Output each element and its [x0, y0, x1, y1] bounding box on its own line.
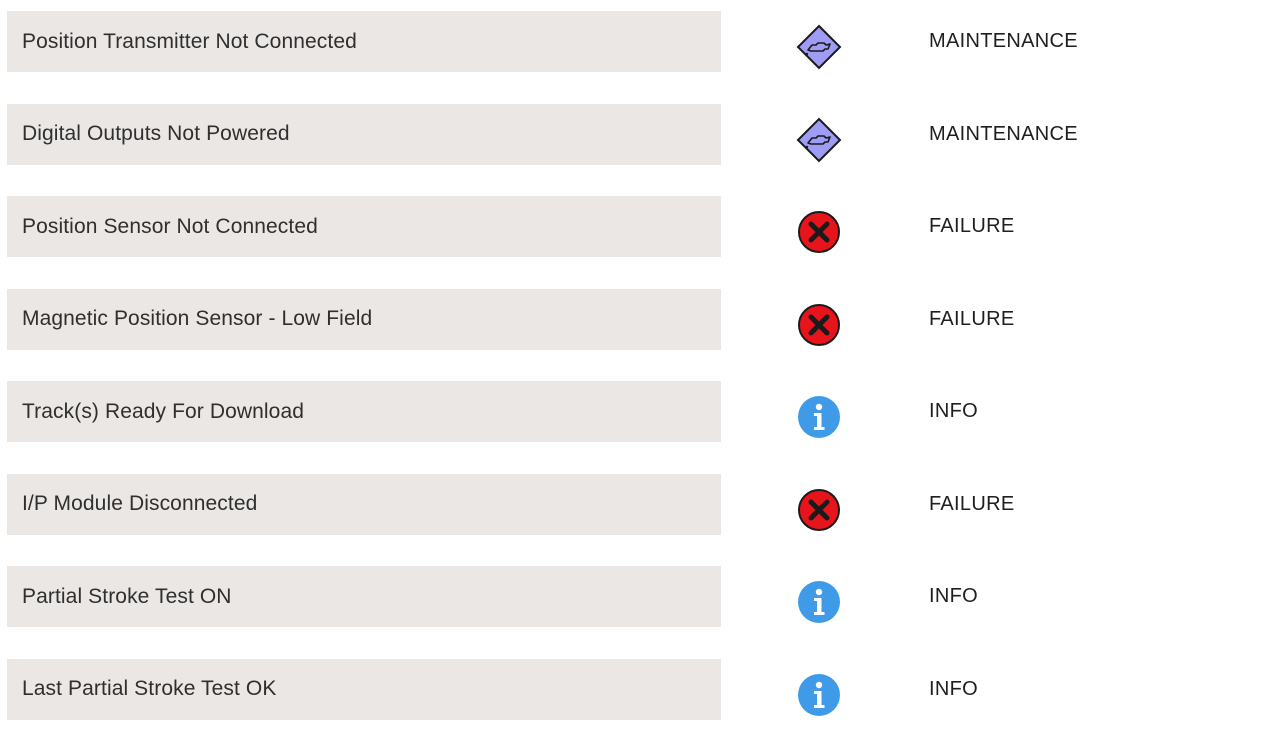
alarm-label: Position Transmitter Not Connected [22, 29, 357, 53]
alarm-label: Position Sensor Not Connected [22, 214, 318, 238]
alarm-label: Last Partial Stroke Test OK [22, 677, 277, 700]
alarm-label-cell: Last Partial Stroke Test OK [7, 658, 721, 720]
alarm-row: Position Transmitter Not Connected MAINT… [0, 11, 1285, 72]
alarm-label-cell: Digital Outputs Not Powered [7, 103, 721, 165]
alarm-severity: INFO [929, 677, 978, 700]
alarm-label: Magnetic Position Sensor - Low Field [22, 307, 373, 330]
info-icon [795, 671, 843, 719]
alarm-label: Track(s) Ready For Download [22, 399, 305, 423]
maintenance-icon [795, 116, 843, 164]
alarm-label-cell: Position Transmitter Not Connected [7, 11, 721, 72]
alarm-severity: FAILURE [929, 492, 1015, 515]
alarm-row: Magnetic Position Sensor - Low Field FAI… [0, 288, 1285, 350]
alarm-label-cell: Partial Stroke Test ON [7, 566, 721, 627]
failure-icon [795, 486, 843, 534]
info-icon [795, 393, 843, 441]
alarm-label: Partial Stroke Test ON [22, 584, 232, 608]
info-icon [795, 578, 843, 626]
alarm-row: Partial Stroke Test ON INFO [0, 566, 1285, 627]
alarm-row: I/P Module Disconnected FAILURE [0, 473, 1285, 535]
alarm-row: Digital Outputs Not Powered MAINTENANCE [0, 103, 1285, 165]
alarm-severity: FAILURE [929, 215, 1015, 237]
alarm-severity: INFO [929, 585, 978, 607]
alarm-label-cell: I/P Module Disconnected [7, 473, 721, 535]
failure-icon [795, 301, 843, 349]
alarm-row: Track(s) Ready For Download INFO [0, 381, 1285, 442]
alarm-severity: FAILURE [929, 307, 1015, 330]
alarm-severity: MAINTENANCE [929, 122, 1078, 145]
alarm-label-cell: Magnetic Position Sensor - Low Field [7, 288, 721, 350]
alarm-list: Position Transmitter Not Connected MAINT… [0, 11, 1285, 751]
alarm-label: Digital Outputs Not Powered [22, 122, 290, 145]
alarm-row: Last Partial Stroke Test OK INFO [0, 658, 1285, 720]
alarm-severity: INFO [929, 400, 978, 422]
alarm-severity: MAINTENANCE [929, 30, 1078, 52]
maintenance-icon [795, 23, 843, 71]
alarm-row: Position Sensor Not Connected FAILURE [0, 196, 1285, 257]
alarm-label-cell: Track(s) Ready For Download [7, 381, 721, 442]
alarm-label: I/P Module Disconnected [22, 492, 258, 515]
alarm-label-cell: Position Sensor Not Connected [7, 196, 721, 257]
failure-icon [795, 208, 843, 256]
